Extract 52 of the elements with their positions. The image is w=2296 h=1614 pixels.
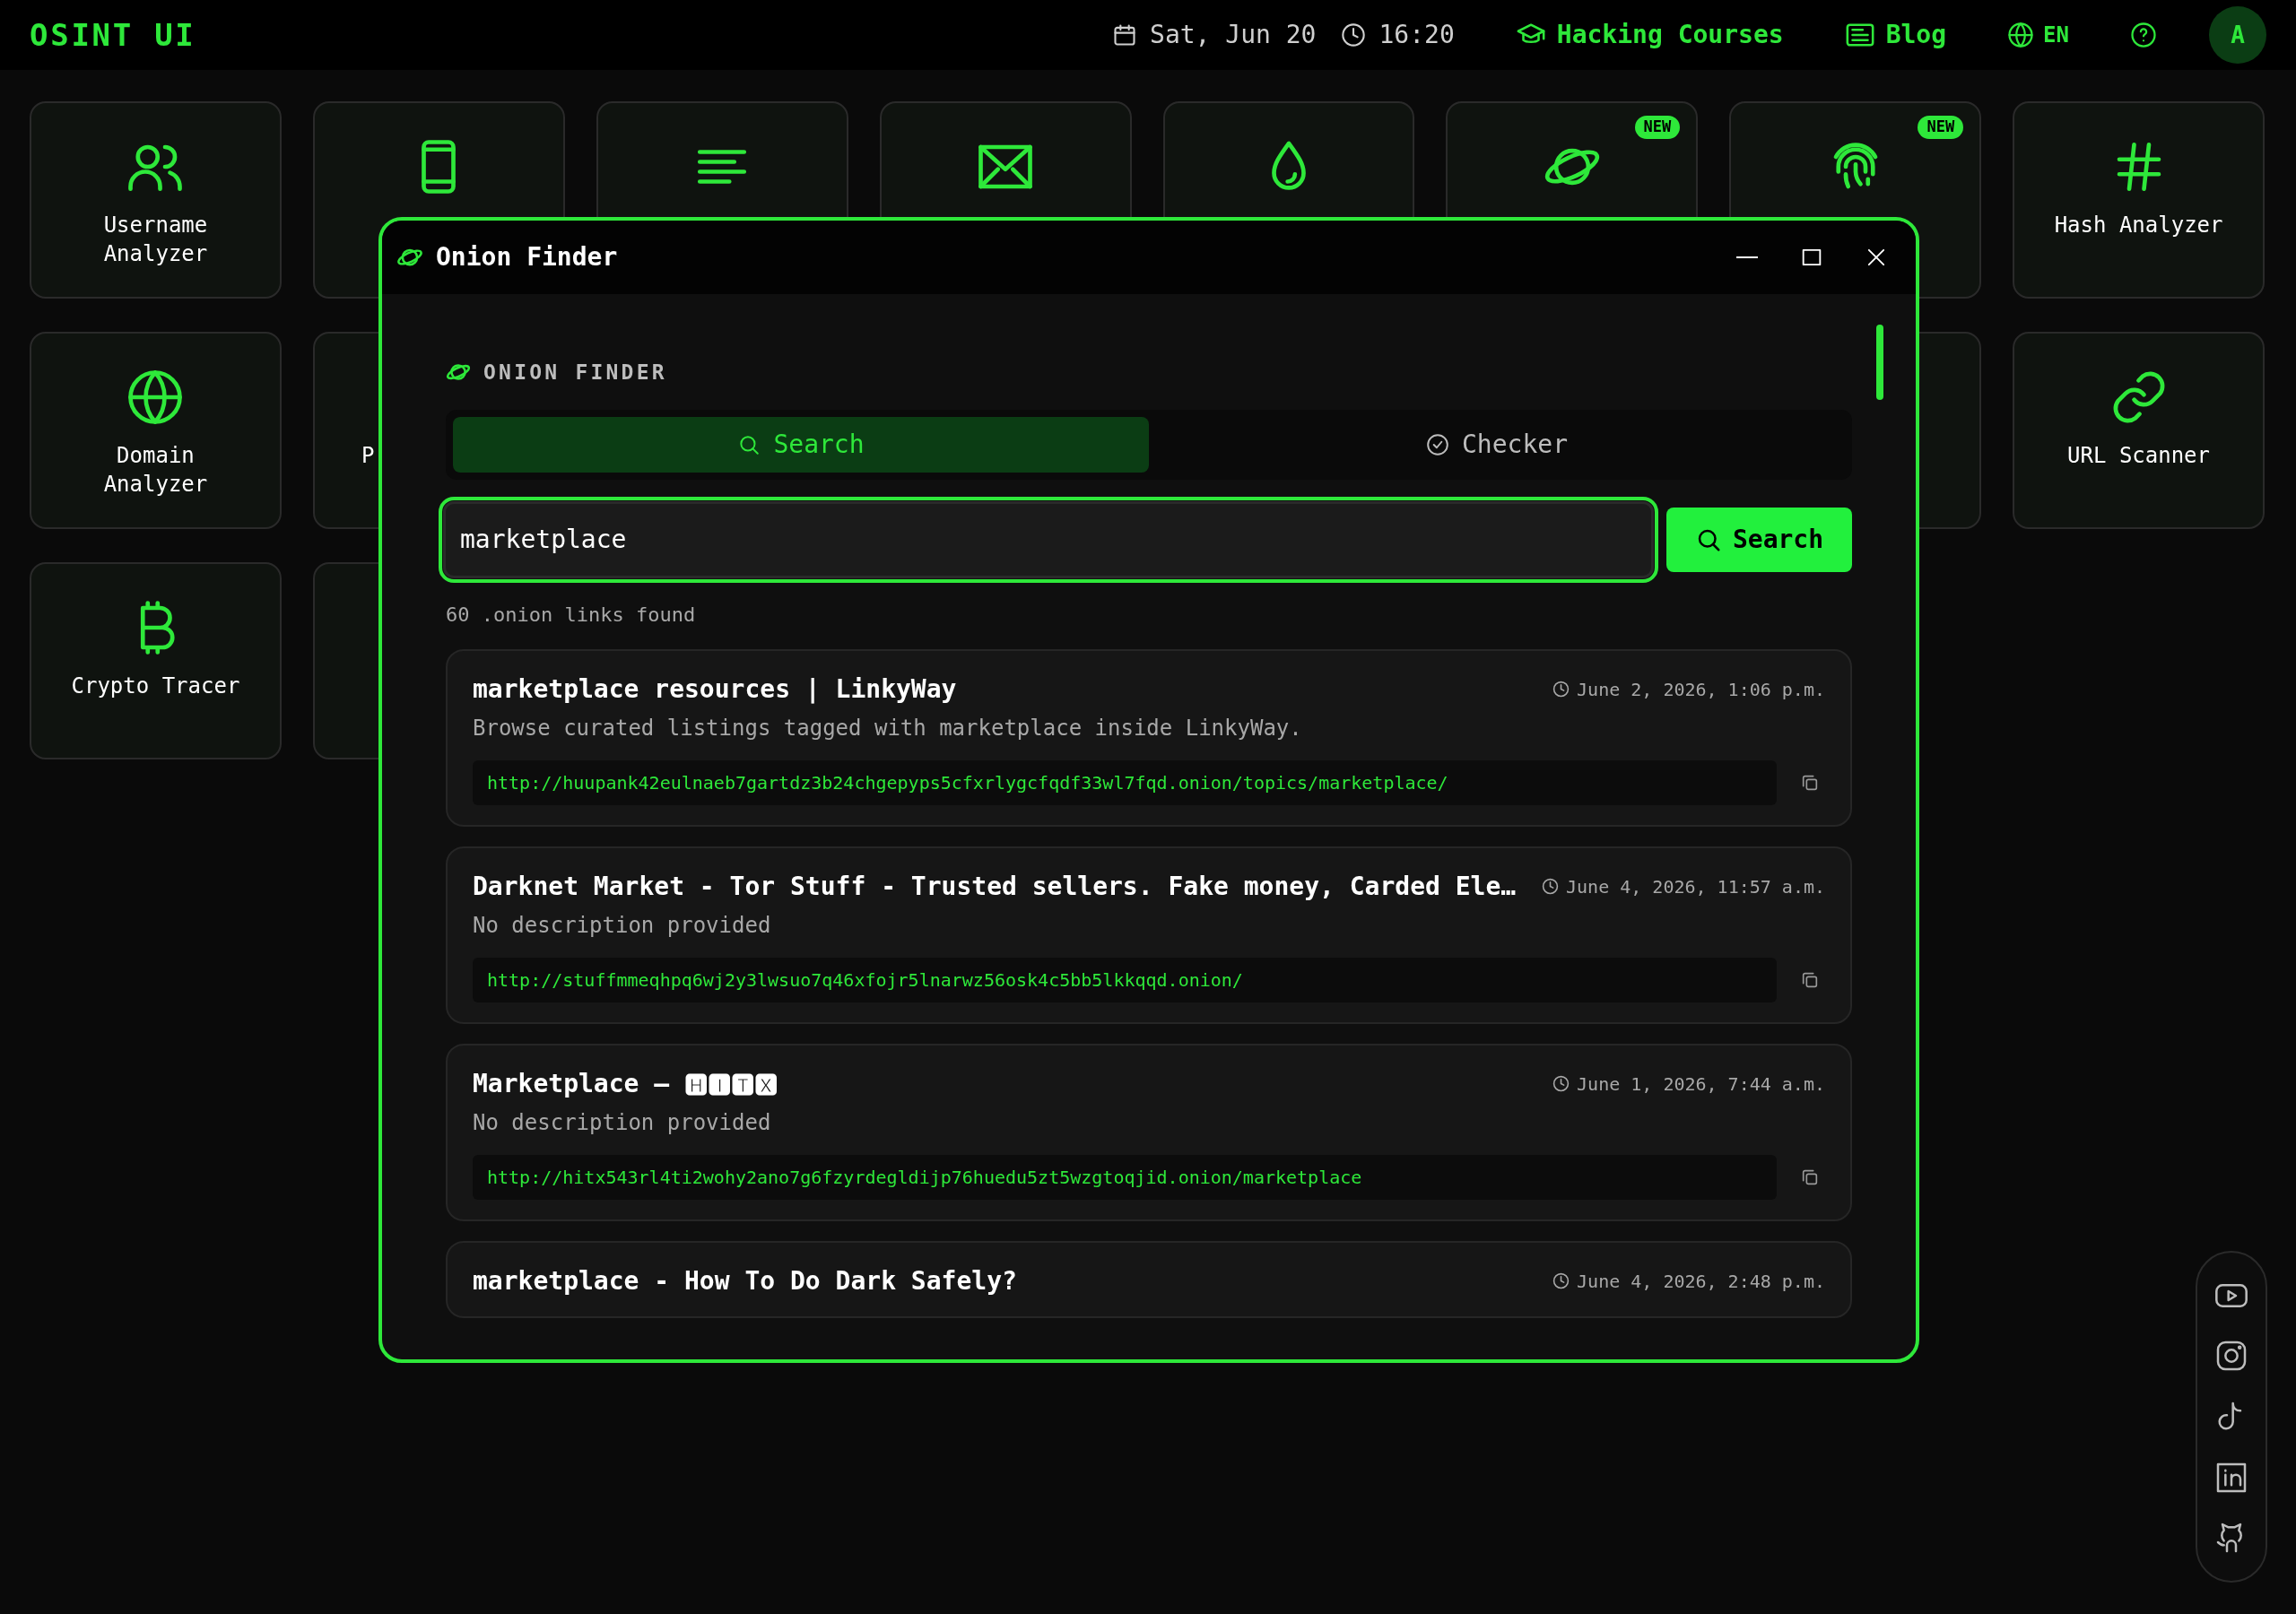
help-icon: [2130, 22, 2157, 48]
result-title[interactable]: Marketplace — 🅷🅸🆃🆇: [473, 1068, 1535, 1099]
minimize-icon: [1736, 256, 1758, 258]
scrollbar-thumb[interactable]: [1876, 325, 1883, 400]
result-title[interactable]: marketplace resources | LinkyWay: [473, 673, 1535, 705]
tool-tile[interactable]: Domain Analyzer: [30, 332, 282, 529]
section-heading: ONION FINDER: [483, 360, 667, 386]
clock-icon: [1552, 1075, 1570, 1092]
time-text: 16:20: [1378, 19, 1455, 51]
check-circle-icon: [1426, 432, 1449, 456]
help-button[interactable]: [2130, 22, 2157, 48]
nav-link[interactable]: Hacking Courses: [1515, 16, 1784, 54]
tool-tile[interactable]: URL Scanner: [2013, 332, 2265, 529]
result-title[interactable]: marketplace - How To Do Dark Safely?: [473, 1265, 1535, 1297]
result-date: June 1, 2026, 7:44 a.m.: [1577, 1072, 1825, 1097]
clock-icon: [1542, 878, 1559, 895]
onion-link[interactable]: http://hitx543rl4ti2wohy2ano7g6fzyrdegldijp76huedu5zt5wzgtoqjid.onion/marketplace: [473, 1154, 1777, 1200]
clock-icon: [1552, 681, 1570, 698]
search-button[interactable]: Search: [1666, 507, 1852, 572]
tool-tile[interactable]: Hash Analyzer: [2013, 101, 2265, 299]
tool-label: Domain Analyzer: [102, 442, 209, 499]
window-title: Onion Finder: [436, 241, 618, 273]
new-badge: NEW: [1634, 116, 1681, 139]
tool-tile[interactable]: Username Analyzer: [30, 101, 282, 299]
tool-label: Username Analyzer: [102, 212, 209, 268]
tool-label: URL Scanner: [2066, 442, 2212, 470]
result-date: June 4, 2026, 11:57 a.m.: [1566, 874, 1825, 899]
tool-label: P: [360, 442, 376, 470]
result-title[interactable]: Darknet Market - Tor Stuff - Trusted sellers. Fake money, Carded Ele…: [473, 871, 1524, 902]
result-description: No description provided: [473, 911, 772, 940]
tool-label: Crypto Tracer: [70, 672, 241, 700]
result-count: 60 .onion links found: [446, 602, 697, 628]
result-description: No description provided: [473, 1108, 772, 1137]
language-button[interactable]: EN: [2007, 19, 2069, 51]
clock-icon: [1341, 22, 1367, 48]
tool-label: Hash Analyzer: [2053, 212, 2224, 239]
tab[interactable]: Search: [453, 416, 1149, 473]
result-date: June 2, 2026, 1:06 p.m.: [1577, 677, 1825, 702]
user-avatar[interactable]: A: [2209, 6, 2266, 64]
new-badge: NEW: [1918, 116, 1964, 139]
nav-link[interactable]: Blog: [1844, 16, 1947, 54]
calendar-icon: [1112, 22, 1138, 48]
onion-link[interactable]: http://stuffmmeqhpq6wj2y3lwsuo7q46xfojr5lnarwz56osk4c5bb5lkkqqd.onion/: [473, 957, 1777, 1002]
onion-link[interactable]: http://huupank42eulnaeb7gartdz3b24chgepyps5cfxrlygcfqdf33wl7fqd.onion/topics/marketplace/: [473, 759, 1777, 805]
clock-icon: [1552, 1272, 1570, 1289]
date-text: Sat, Jun 20: [1150, 19, 1317, 51]
tab[interactable]: Checker: [1149, 416, 1845, 473]
globe-icon: [2007, 22, 2035, 48]
result-description: Browse curated listings tagged with marketplace inside LinkyWay.: [473, 714, 1303, 742]
app-logo[interactable]: OSINT UI: [30, 12, 196, 58]
tool-tile[interactable]: Crypto Tracer: [30, 562, 282, 759]
result-date: June 4, 2026, 2:48 p.m.: [1577, 1269, 1825, 1294]
